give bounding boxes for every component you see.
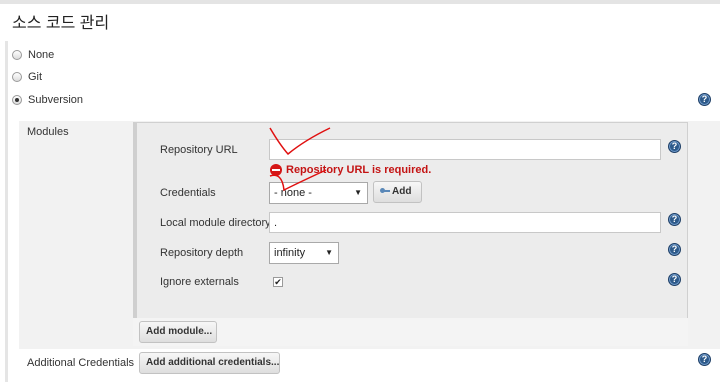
scm-option-label: Git	[28, 71, 43, 83]
help-icon[interactable]: ?	[668, 273, 681, 286]
chevron-down-icon: ▼	[325, 248, 333, 257]
repository-url-label: Repository URL	[160, 144, 238, 156]
scm-option-subversion[interactable]: Subversion	[12, 94, 83, 106]
radio-none[interactable]	[12, 50, 22, 60]
add-credentials-label: Add	[392, 186, 412, 197]
help-icon[interactable]: ?	[698, 93, 711, 106]
credentials-label: Credentials	[160, 187, 216, 199]
scm-option-label: Subversion	[28, 94, 84, 106]
add-additional-credentials-button[interactable]: Add additional credentials...	[139, 352, 280, 374]
local-module-directory-label: Local module directory	[160, 217, 271, 229]
ignore-externals-label: Ignore externals	[160, 276, 239, 288]
help-icon[interactable]: ?	[668, 140, 681, 153]
help-icon[interactable]: ?	[668, 243, 681, 256]
add-module-button[interactable]: Add module...	[139, 321, 217, 343]
chevron-down-icon: ▼	[354, 188, 362, 197]
scm-option-git[interactable]: Git	[12, 71, 42, 83]
scm-option-label: None	[28, 49, 55, 61]
ignore-externals-checkbox[interactable]: ✔	[273, 277, 283, 287]
repository-depth-selected: infinity	[274, 247, 306, 259]
add-credentials-button[interactable]: Add	[373, 181, 422, 203]
additional-credentials-label: Additional Credentials	[27, 357, 135, 369]
annotation-check-mark	[269, 169, 327, 192]
radio-subversion[interactable]	[12, 95, 22, 105]
repository-depth-select[interactable]: infinity ▼	[269, 242, 339, 264]
local-module-directory-input[interactable]	[269, 212, 661, 233]
section-left-bar	[5, 41, 8, 382]
help-icon[interactable]: ?	[668, 213, 681, 226]
annotation-check-mark	[269, 127, 331, 156]
help-icon[interactable]: ?	[698, 353, 711, 366]
key-icon	[380, 188, 390, 194]
scm-option-none[interactable]: None	[12, 49, 54, 61]
repository-depth-label: Repository depth	[160, 247, 244, 259]
page-title: 소스 코드 관리	[12, 15, 110, 32]
annotation-scribble	[269, 127, 331, 192]
modules-label: Modules	[27, 126, 69, 138]
top-divider	[0, 0, 720, 4]
radio-git[interactable]	[12, 72, 22, 82]
